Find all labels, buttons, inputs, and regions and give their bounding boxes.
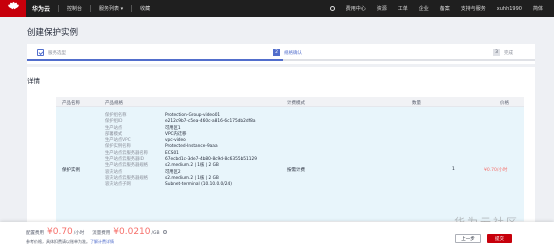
step-complete: 3 完成: [493, 49, 513, 56]
traffic-fee-value: ¥0.0210: [113, 227, 151, 237]
divider: [58, 5, 60, 12]
huawei-logo[interactable]: [0, 0, 26, 17]
check-icon: [37, 49, 44, 56]
traffic-fee-unit: /GB: [151, 231, 160, 236]
search-icon[interactable]: [329, 6, 335, 11]
page-title: 创建保护实例: [27, 28, 79, 38]
config-fee-unit: /小时: [73, 231, 85, 236]
col-billing-mode: 计费模式: [287, 100, 305, 106]
brand-name[interactable]: 华为云: [32, 4, 50, 13]
fee-summary: 配置费用 ¥0.70 /小时 流量费用 ¥0.0210 /GB: [26, 227, 167, 237]
price-cell: ¥0.70/小时: [484, 168, 508, 173]
previous-button[interactable]: 上一步: [455, 234, 481, 243]
billing-mode-cell: 按需计费: [287, 168, 305, 173]
config-fee-label: 配置费用: [26, 231, 44, 236]
order-table: 产品名称 产品规格 计费模式 数量 价格 保护实例 保护组名称 Protectio…: [56, 97, 524, 230]
progress-remaining: [283, 59, 535, 61]
steps-panel: 服务选型 2 规格确认 3 完成: [27, 44, 535, 64]
top-right-menu: 费用中心 资源 工单 企业 备案 支持与服务 xuhh1990 简体: [329, 0, 554, 17]
nav-resources[interactable]: 资源: [377, 5, 387, 12]
spec-item: 容灾站点子网 Subnet-terminal (10.10.0.0/24): [105, 182, 232, 188]
nav-billing-center[interactable]: 费用中心: [346, 5, 366, 12]
step-label: 服务选型: [48, 50, 66, 56]
step-label: 完成: [504, 50, 513, 56]
col-product-name: 产品名称: [62, 100, 80, 106]
table-row: 保护实例 保护组名称 Protection-Group-video01 保护组ID…: [56, 107, 524, 230]
divider: [131, 5, 133, 12]
product-name-cell: 保护实例: [62, 168, 80, 173]
pricing-details-link[interactable]: 了解计费详情: [90, 239, 114, 244]
nav-icp[interactable]: 备案: [440, 5, 450, 12]
table-header: 产品名称 产品规格 计费模式 数量 价格: [56, 97, 524, 107]
quantity-cell: 1: [452, 167, 455, 172]
submit-button[interactable]: 提交: [487, 234, 512, 243]
col-price: 价格: [500, 100, 509, 106]
progress-done: [27, 59, 283, 61]
step-number: 2: [273, 49, 280, 56]
step-label: 规格确认: [284, 50, 302, 56]
nav-favorites[interactable]: 收藏: [140, 5, 150, 12]
section-title: 详情: [27, 77, 40, 85]
traffic-fee-label: 流量费用: [92, 231, 111, 236]
top-nav-bar: 华为云 控制台 服务列表 ▾ 收藏 费用中心 资源 工单 企业 备案 支持与服务…: [0, 0, 554, 17]
user-account[interactable]: xuhh1990: [497, 6, 522, 12]
config-fee-value: ¥0.70: [47, 227, 73, 237]
step-number: 3: [493, 49, 500, 56]
footer-bar: 配置费用 ¥0.70 /小时 流量费用 ¥0.0210 /GB 参考价格，具体扣…: [0, 222, 554, 247]
step-spec-confirm: 2 规格确认: [273, 49, 302, 56]
spec-list: 保护组名称 Protection-Group-video01 保护组ID e212c…: [105, 113, 257, 189]
language-switch[interactable]: 简体: [533, 5, 543, 12]
help-icon[interactable]: [162, 230, 167, 234]
nav-tickets[interactable]: 工单: [398, 5, 408, 12]
nav-enterprise[interactable]: 企业: [419, 5, 429, 12]
step-service-selection: 服务选型: [37, 49, 66, 56]
col-quantity: 数量: [412, 100, 421, 106]
fee-note: 参考价格，具体扣费请以账单为准。了解计费详情: [26, 239, 114, 244]
nav-support[interactable]: 支持与服务: [461, 5, 486, 12]
nav-console[interactable]: 控制台: [67, 5, 82, 12]
col-product-spec: 产品规格: [105, 100, 123, 106]
divider: [90, 5, 92, 12]
nav-service-list[interactable]: 服务列表 ▾: [99, 5, 123, 12]
